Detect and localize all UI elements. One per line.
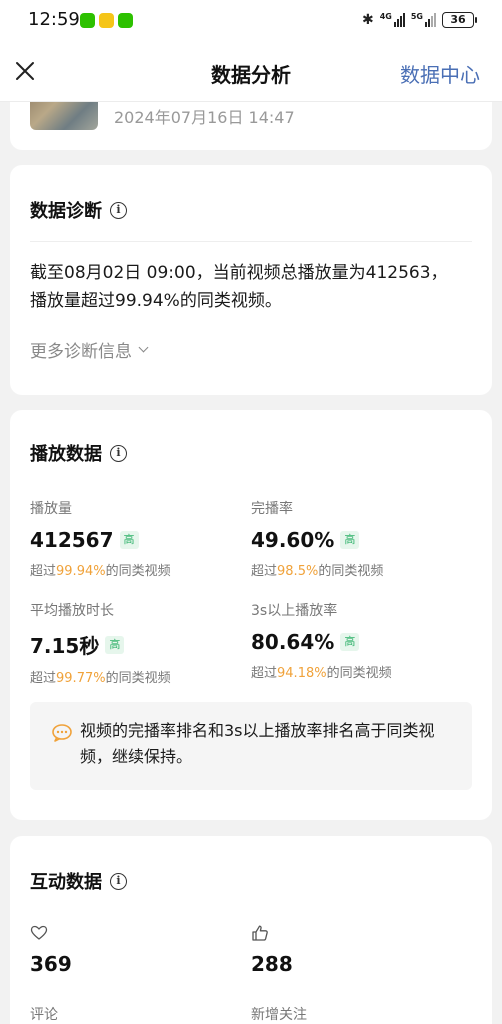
info-icon[interactable]: i bbox=[110, 201, 127, 219]
interaction-card: 互动数据 i 369 288 评论 新增关注 bbox=[10, 836, 492, 1024]
thumbs-up-icon bbox=[252, 925, 268, 941]
tip-box: 视频的完播率排名和3s以上播放率排名高于同类视频，继续保持。 bbox=[30, 702, 472, 790]
weibo-icon bbox=[99, 13, 114, 28]
data-center-link[interactable]: 数据中心 bbox=[400, 59, 480, 88]
chat-bubble-icon bbox=[52, 724, 72, 742]
interaction-likes: 369 bbox=[30, 924, 230, 976]
metric-avg-duration: 平均播放时长 7.15秒 高 超过99.77%的同类视频 bbox=[30, 603, 171, 686]
diagnosis-text: 截至08月02日 09:00，当前视频总播放量为412563，播放量超过99.9… bbox=[30, 263, 448, 311]
comments-label: 评论 bbox=[30, 1007, 58, 1023]
signal-5g-icon: 5G bbox=[411, 13, 436, 27]
chevron-down-icon bbox=[138, 342, 149, 353]
status-badge: 高 bbox=[105, 635, 125, 654]
nav-bar: 数据分析 数据中心 bbox=[0, 42, 502, 102]
info-icon[interactable]: i bbox=[110, 872, 127, 890]
status-bar: 12:59 ✱ 4G 5G 36 bbox=[0, 0, 502, 42]
status-time: 12:59 bbox=[28, 9, 80, 30]
status-badge: 高 bbox=[340, 531, 360, 549]
status-badge: 高 bbox=[340, 633, 360, 651]
heart-icon bbox=[30, 925, 48, 940]
interaction-title: 互动数据 i bbox=[30, 868, 127, 894]
wechat-icon bbox=[80, 13, 95, 28]
diagnosis-card: 数据诊断 i 截至08月02日 09:00，当前视频总播放量为412563，播放… bbox=[10, 165, 492, 395]
new-followers-label: 新增关注 bbox=[251, 1007, 307, 1023]
publish-time: 2024年07月16日 14:47 bbox=[114, 108, 295, 127]
wechat-icon bbox=[118, 13, 133, 28]
battery-icon: 36 bbox=[442, 12, 477, 28]
playback-card: 播放数据 i 播放量 412567 高 超过99.94%的同类视频 完播率 49… bbox=[10, 410, 492, 820]
metric-completion-rate: 完播率 49.60% 高 超过98.5%的同类视频 bbox=[251, 501, 384, 579]
playback-title: 播放数据 i bbox=[30, 440, 127, 466]
divider bbox=[30, 241, 472, 242]
info-icon[interactable]: i bbox=[110, 444, 127, 462]
interaction-thumbs: 288 bbox=[251, 924, 451, 976]
diagnosis-title: 数据诊断 i bbox=[30, 197, 127, 223]
more-diagnosis-button[interactable]: 更多诊断信息 bbox=[30, 337, 149, 362]
tip-text: 视频的完播率排名和3s以上播放率排名高于同类视频，继续保持。 bbox=[80, 721, 435, 766]
bluetooth-icon: ✱ bbox=[361, 12, 374, 28]
metric-views: 播放量 412567 高 超过99.94%的同类视频 bbox=[30, 501, 171, 579]
status-badge: 高 bbox=[119, 531, 139, 549]
metric-3s-rate: 3s以上播放率 80.64% 高 超过94.18%的同类视频 bbox=[251, 603, 392, 681]
signal-4g-icon: 4G bbox=[380, 13, 405, 27]
